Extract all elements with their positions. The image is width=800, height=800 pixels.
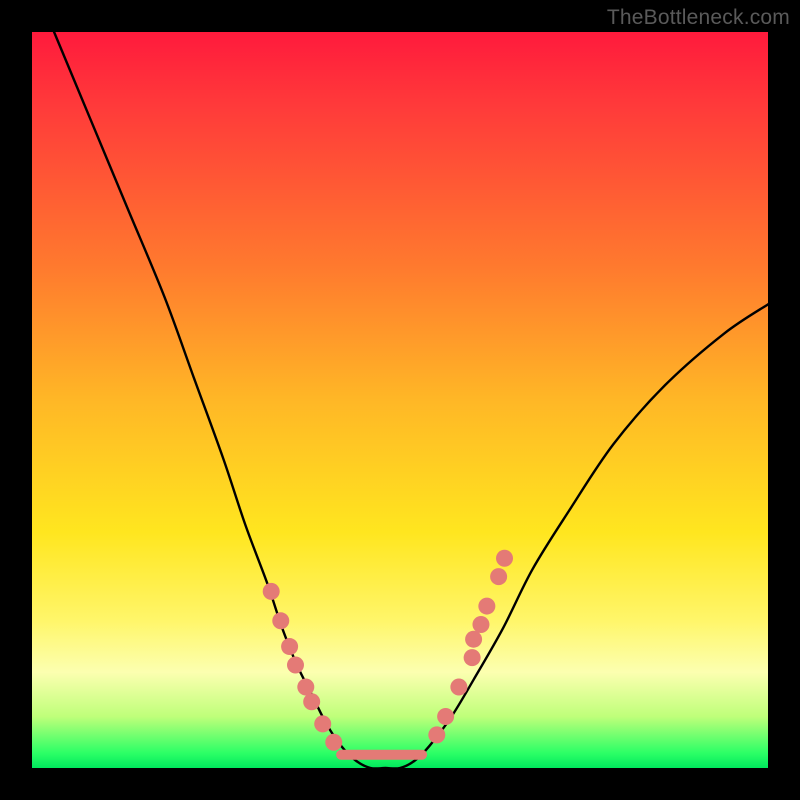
watermark-text: TheBottleneck.com xyxy=(607,6,790,30)
curve-dot xyxy=(272,612,289,629)
curve-dot xyxy=(490,568,507,585)
curve-dot xyxy=(437,708,454,725)
curve-svg xyxy=(32,32,768,768)
curve-dot xyxy=(297,679,314,696)
curve-dot xyxy=(287,656,304,673)
curve-dot xyxy=(325,734,342,751)
chart-frame: TheBottleneck.com xyxy=(0,0,800,800)
dots-right-group xyxy=(428,550,513,744)
curve-dot xyxy=(472,616,489,633)
curve-dot xyxy=(464,649,481,666)
curve-dot xyxy=(263,583,280,600)
plot-area xyxy=(32,32,768,768)
curve-dot xyxy=(450,679,467,696)
curve-dot xyxy=(281,638,298,655)
curve-dot xyxy=(428,726,445,743)
curve-dot xyxy=(478,598,495,615)
curve-dot xyxy=(303,693,320,710)
curve-dot xyxy=(314,715,331,732)
bottleneck-curve xyxy=(54,32,768,769)
curve-dot xyxy=(496,550,513,567)
curve-dot xyxy=(465,631,482,648)
